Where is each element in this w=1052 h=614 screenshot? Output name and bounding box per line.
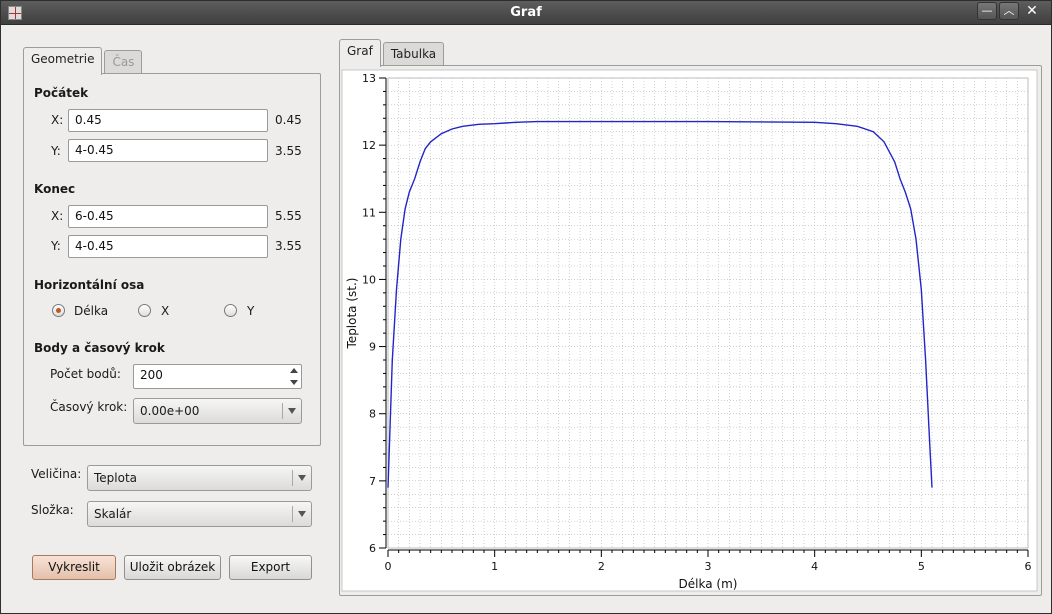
point-count-value: 200	[140, 368, 163, 382]
chevron-down-icon	[298, 511, 306, 517]
radio-delka-label: Délka	[74, 304, 109, 318]
quantity-combo[interactable]: Teplota	[87, 465, 312, 491]
radio-x[interactable]	[138, 304, 151, 317]
time-step-value: 0.00e+00	[140, 404, 200, 418]
left-tabbar: Geometrie Čas	[23, 47, 143, 75]
close-icon[interactable]: ✕	[1022, 3, 1042, 21]
export-button[interactable]: Export	[229, 555, 312, 580]
time-step-label: Časový krok:	[50, 400, 128, 414]
component-value: Skalár	[94, 507, 132, 521]
end-y-input[interactable]: 4-0.45	[68, 235, 268, 258]
radio-delka[interactable]	[52, 304, 65, 317]
end-x-label: X:	[51, 209, 64, 223]
y-tick-label: 8	[369, 408, 376, 421]
start-x-input[interactable]: 0.45	[68, 109, 268, 132]
x-tick-label: 1	[491, 560, 498, 573]
combo-separator	[282, 403, 283, 419]
component-combo[interactable]: Skalár	[87, 501, 312, 527]
x-tick-label: 0	[385, 560, 392, 573]
right-tabbar: Graf Tabulka	[339, 39, 445, 67]
start-y-label: Y:	[51, 144, 61, 158]
combo-separator	[292, 506, 293, 522]
main-window: Graf — ︿ ✕ Geometrie Čas Počátek X: 0.45…	[0, 0, 1052, 614]
y-tick-label: 6	[369, 542, 376, 555]
x-axis-label: Délka (m)	[679, 577, 738, 591]
plot-canvas	[341, 69, 1038, 592]
end-x-value: 5.55	[275, 209, 302, 223]
end-section-title: Konec	[34, 182, 76, 196]
time-step-combo[interactable]: 0.00e+00	[133, 398, 302, 424]
start-x-label: X:	[51, 113, 64, 127]
radio-x-label: X	[161, 304, 170, 318]
save-image-button[interactable]: Uložit obrázek	[124, 555, 221, 580]
x-tick-label: 5	[918, 560, 925, 573]
y-tick-label: 10	[362, 273, 376, 286]
point-count-spinbox[interactable]: 200	[133, 364, 302, 389]
y-tick-label: 11	[362, 206, 376, 219]
window-title: Graf	[510, 5, 542, 20]
spin-up-icon[interactable]	[290, 368, 298, 373]
title-bar: Graf — ︿ ✕	[1, 1, 1051, 25]
chevron-down-icon	[298, 475, 306, 481]
quantity-value: Teplota	[94, 471, 138, 485]
point-count-label: Počet bodů:	[50, 367, 121, 381]
y-tick-label: 7	[369, 475, 376, 488]
geometry-panel: Počátek X: 0.45 0.45 Y: 4-0.45 3.55 Kone…	[23, 73, 321, 446]
start-x-value: 0.45	[275, 113, 302, 127]
points-section-title: Body a časový krok	[34, 341, 165, 355]
chevron-down-icon	[288, 408, 296, 414]
end-y-value: 3.55	[275, 239, 302, 253]
y-tick-label: 13	[362, 72, 376, 85]
start-y-value: 3.55	[275, 144, 302, 158]
radio-y[interactable]	[224, 304, 237, 317]
x-tick-label: 6	[1025, 560, 1032, 573]
component-label: Složka:	[31, 503, 74, 517]
maximize-icon[interactable]: ︿	[999, 2, 1019, 20]
combo-separator	[292, 470, 293, 486]
y-tick-label: 9	[369, 341, 376, 354]
tab-graf[interactable]: Graf	[339, 39, 381, 67]
x-tick-label: 3	[705, 560, 712, 573]
tab-tabulka[interactable]: Tabulka	[382, 42, 445, 67]
x-tick-label: 2	[598, 560, 605, 573]
quantity-label: Veličina:	[31, 467, 82, 481]
x-tick-label: 4	[811, 560, 818, 573]
minimize-icon[interactable]: —	[977, 2, 997, 20]
start-section-title: Počátek	[34, 86, 89, 100]
radio-y-label: Y	[247, 304, 255, 318]
tab-geometrie[interactable]: Geometrie	[23, 47, 103, 75]
end-y-label: Y:	[51, 239, 61, 253]
plot-button[interactable]: Vykreslit	[32, 555, 116, 580]
spin-down-icon[interactable]	[290, 380, 298, 385]
axis-section-title: Horizontální osa	[34, 278, 145, 292]
start-y-input[interactable]: 4-0.45	[68, 139, 268, 162]
end-x-input[interactable]: 6-0.45	[68, 205, 268, 228]
y-tick-label: 12	[362, 139, 376, 152]
tab-cas[interactable]: Čas	[104, 50, 143, 75]
temperature-chart: 0 1 2 3 4 5 6678910111213Délka (m)Teplota (st.…	[341, 69, 1038, 592]
graph-panel: 0 1 2 3 4 5 6 6 7 8 9 10 11 12 13 Délka (m) Teplota (st.…	[339, 65, 1042, 596]
y-axis-label: Teplota (st.)	[345, 278, 359, 350]
